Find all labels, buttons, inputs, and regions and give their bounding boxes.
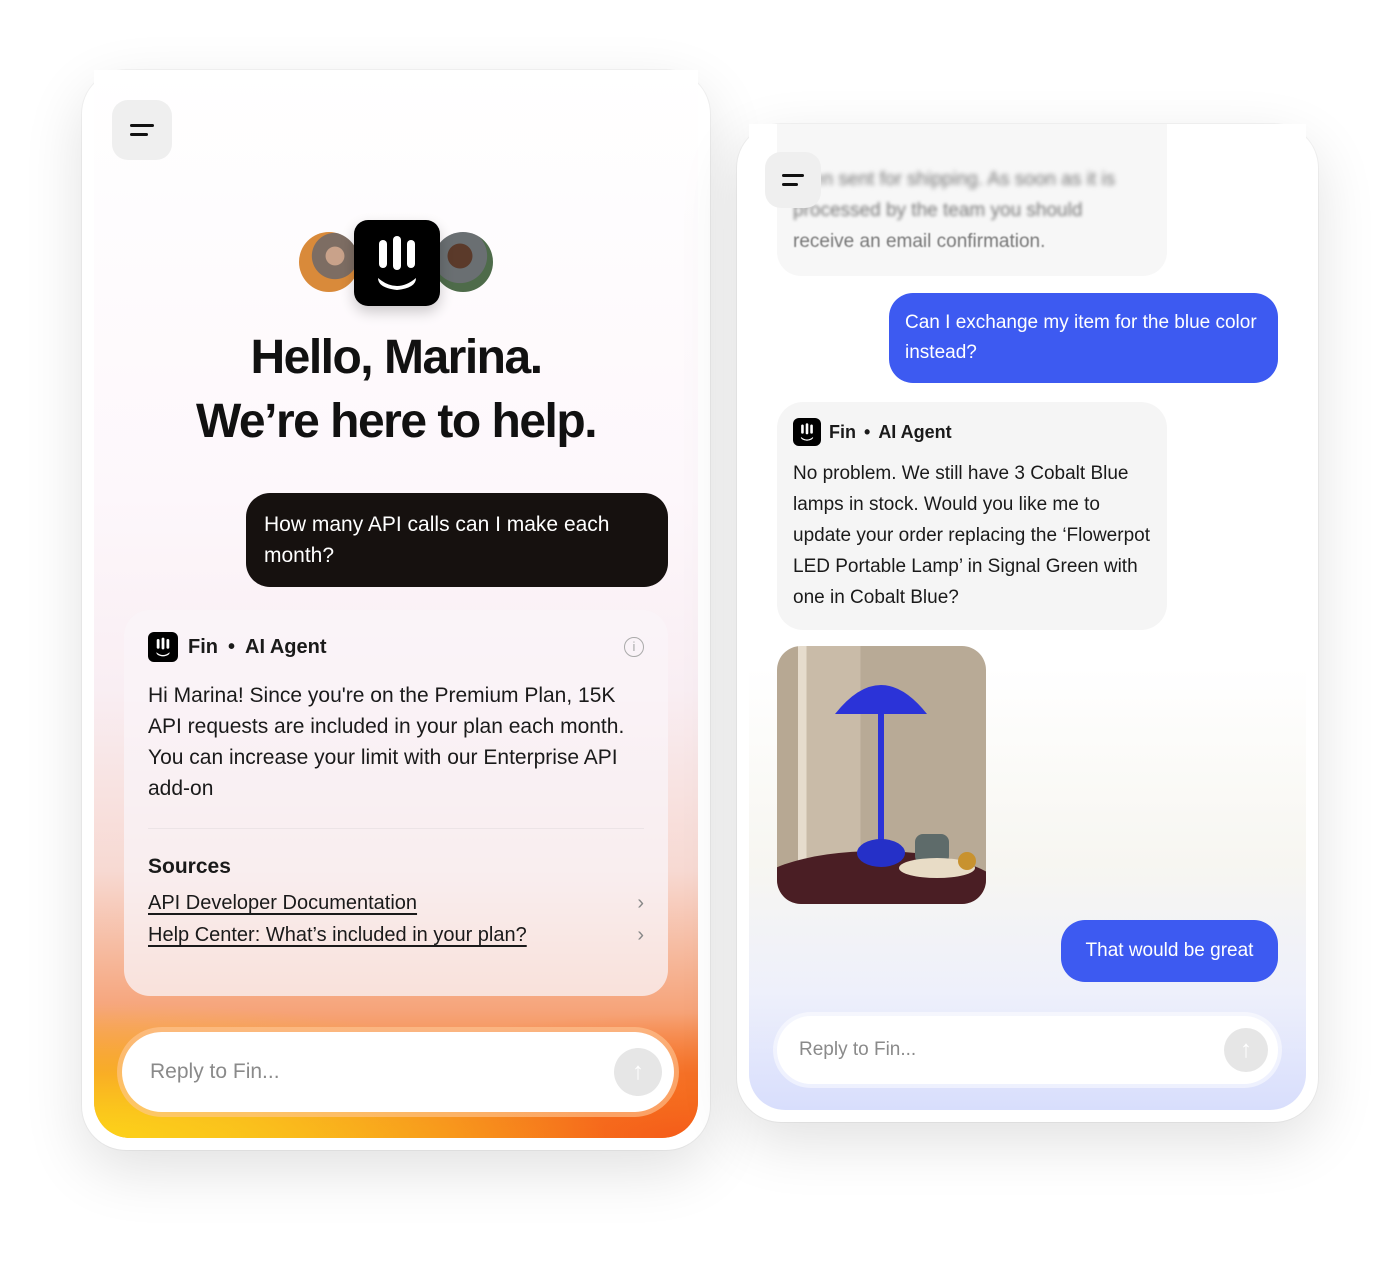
left-chat-panel: Hello, Marina. We’re here to help. How m… <box>82 70 710 1150</box>
user-message: How many API calls can I make each month… <box>246 493 668 587</box>
product-image[interactable] <box>777 646 986 904</box>
agent-name: Fin <box>188 635 218 658</box>
intercom-logo-icon <box>354 220 440 306</box>
menu-button[interactable] <box>765 152 821 208</box>
source-link-label[interactable]: API Developer Documentation <box>148 887 417 919</box>
fin-logo-icon <box>793 418 821 446</box>
source-link[interactable]: Help Center: What’s included in your pla… <box>148 919 644 951</box>
agent-message: Hi Marina! Since you're on the Premium P… <box>148 684 625 800</box>
source-link[interactable]: API Developer Documentation › <box>148 887 644 919</box>
chevron-right-icon: › <box>637 924 644 946</box>
agent-role: AI Agent <box>245 635 327 658</box>
send-button[interactable]: ↑ <box>1224 1028 1268 1072</box>
reply-input[interactable]: Reply to Fin... ↑ <box>777 1016 1278 1084</box>
right-chat-panel: …en sent for shipping. As soon as it is … <box>737 124 1318 1122</box>
menu-icon <box>782 183 798 186</box>
avatar <box>299 232 359 292</box>
fin-logo-icon <box>148 632 178 662</box>
agent-message: No problem. We still have 3 Cobalt Blue … <box>793 463 1156 608</box>
sources-title: Sources <box>148 855 231 878</box>
team-avatars <box>297 220 497 306</box>
reply-placeholder: Reply to Fin... <box>150 1060 280 1083</box>
blurred-line: …en sent for shipping. As soon as it is <box>793 169 1116 190</box>
send-button[interactable]: ↑ <box>614 1048 662 1096</box>
greeting-subheading: We’re here to help. <box>195 395 598 448</box>
info-icon[interactable]: i <box>624 637 644 657</box>
arrow-up-icon: ↑ <box>632 1058 644 1085</box>
divider <box>148 828 644 829</box>
separator: • <box>228 635 236 658</box>
chevron-right-icon: › <box>637 892 644 914</box>
user-message: That would be great <box>1061 920 1278 982</box>
menu-icon <box>130 124 154 127</box>
source-link-label[interactable]: Help Center: What’s included in your pla… <box>148 919 527 951</box>
separator: • <box>864 421 871 442</box>
arrow-up-icon: ↑ <box>1240 1036 1252 1063</box>
previous-agent-message: …en sent for shipping. As soon as it is … <box>777 124 1167 276</box>
user-message: Can I exchange my item for the blue colo… <box>889 293 1278 383</box>
agent-message-card: Fin • AI Agent No problem. We still have… <box>777 402 1167 630</box>
reply-input[interactable]: Reply to Fin... ↑ <box>122 1032 674 1112</box>
agent-message-card: Fin • AI Agent i Hi Marina! Since you're… <box>124 610 668 996</box>
avatar <box>433 232 493 292</box>
agent-role: AI Agent <box>878 421 952 442</box>
reply-placeholder: Reply to Fin... <box>799 1039 917 1060</box>
greeting-heading: Hello, Marina. <box>250 331 543 384</box>
blurred-line: processed by the team you should <box>793 200 1083 221</box>
lamp-image-icon <box>777 685 986 904</box>
agent-name: Fin <box>829 421 856 442</box>
menu-button[interactable] <box>112 100 172 160</box>
blurred-line: receive an email confirmation. <box>793 231 1046 252</box>
